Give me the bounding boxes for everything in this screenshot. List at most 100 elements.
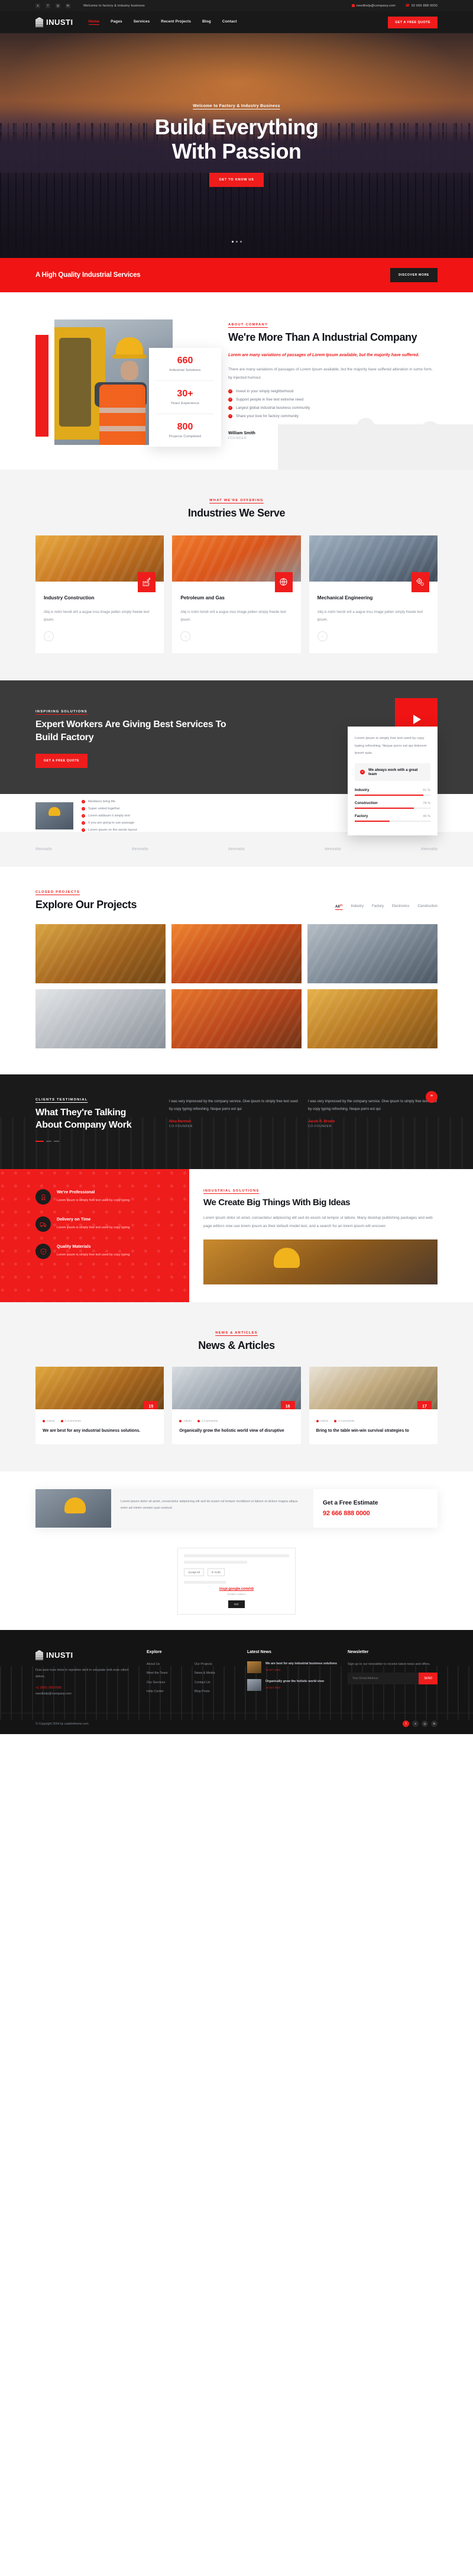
topbar-email[interactable]: needhelp@company.com: [351, 4, 396, 8]
footer-news-thumb: [247, 1661, 261, 1673]
nav-item-pages[interactable]: Pages: [111, 20, 122, 25]
nav-item-contact[interactable]: Contact: [222, 20, 237, 25]
get-free-quote-button[interactable]: GET A FREE QUOTE: [388, 16, 438, 28]
nav-item-blog[interactable]: Blog: [202, 20, 211, 25]
hero-dot-3[interactable]: [239, 241, 242, 243]
bar-label: Factory: [355, 814, 368, 818]
check-item: ✓ Largest global industrial business com…: [228, 405, 438, 410]
footer-link[interactable]: Help Center: [147, 1689, 186, 1695]
footer-news-item[interactable]: Organically grow the holistic world view…: [247, 1678, 337, 1691]
footer-phone[interactable]: +1 (555) 000 0000: [35, 1685, 136, 1691]
twitter-icon[interactable]: x: [35, 3, 40, 8]
skill-bar: Industry 91 %: [355, 788, 430, 796]
about-lead: Lorem are many variations of passages of…: [228, 353, 420, 357]
accept-button[interactable]: Accept All: [184, 1568, 204, 1576]
filter-industry[interactable]: Industry: [351, 905, 364, 908]
footer-news-item[interactable]: We are best for any industrial business …: [247, 1661, 337, 1673]
rating-button[interactable]: 0 / 5.00: [207, 1568, 225, 1576]
news-cards: 15 OCT Admin 2 Comments We are best for …: [35, 1366, 438, 1444]
estimate-text-block: Lorem ipsum dolor sit amet, consectetur …: [111, 1489, 313, 1528]
instagram-icon[interactable]: ◎: [422, 1720, 428, 1728]
project-item[interactable]: [307, 924, 438, 984]
news-card[interactable]: 17 OCT Admin 2 Comments Bring to the tab…: [309, 1366, 438, 1444]
pager-dot-3[interactable]: [54, 1141, 59, 1142]
newsletter-submit-button[interactable]: SEND: [419, 1672, 438, 1684]
site-footer: INUSTI Duis aute irure dolor in reprehen…: [0, 1629, 473, 1735]
nav-item-services[interactable]: Services: [134, 20, 150, 25]
nav-item-home[interactable]: Home: [88, 20, 100, 25]
go-button[interactable]: GO: [228, 1600, 245, 1608]
expert-quote-button[interactable]: GET A FREE QUOTE: [35, 753, 88, 768]
twitter-icon[interactable]: x: [412, 1720, 419, 1728]
testimonial-item: I was very impressed by the company serv…: [169, 1098, 299, 1142]
brand-logo: #envato: [228, 847, 245, 851]
team-highlight: ✓ We always work with a great team: [355, 763, 430, 781]
filter-electronics[interactable]: Electronics: [392, 905, 409, 908]
bar-label: Construction: [355, 800, 378, 805]
mail-icon: [351, 4, 355, 7]
arrow-right-icon[interactable]: →: [317, 631, 328, 642]
pager-dot-2[interactable]: [46, 1141, 51, 1142]
facebook-icon[interactable]: f: [46, 3, 50, 8]
industries-section: WHAT WE'RE OFFERING Industries We Serve …: [0, 470, 473, 681]
footer-email[interactable]: needhelp@company.com: [35, 1691, 136, 1697]
news-card[interactable]: 15 OCT Admin 2 Comments We are best for …: [35, 1366, 164, 1444]
pager-dot-1[interactable]: [35, 1141, 44, 1142]
project-item[interactable]: [307, 989, 438, 1049]
project-item[interactable]: [35, 924, 166, 984]
news-card[interactable]: 16 OCT Admin 2 Comments Organically grow…: [172, 1366, 301, 1444]
testimonial-role: CO-FOUNDER: [169, 1125, 193, 1129]
industry-card[interactable]: Mechanical Engineering Aliq is notm hend…: [309, 535, 438, 654]
footer-link[interactable]: Our Services: [147, 1680, 186, 1686]
estimate-phone[interactable]: 92 666 888 0000: [323, 1510, 428, 1517]
instagram-icon[interactable]: ◎: [56, 3, 60, 8]
mail-link[interactable]: inspi.google.com/nb: [184, 1587, 289, 1591]
testimonials-pager[interactable]: [35, 1141, 154, 1142]
arrow-right-icon[interactable]: →: [180, 631, 191, 642]
hero-cta-button[interactable]: GET TO KNOW US: [209, 172, 264, 187]
footer-link[interactable]: Meet the Team: [147, 1670, 186, 1677]
hero-dot-1[interactable]: [231, 241, 234, 243]
project-item[interactable]: [35, 989, 166, 1049]
footer-link[interactable]: News & Media: [195, 1670, 234, 1677]
industry-card[interactable]: Industry Construction Aliq is notm hendr…: [35, 535, 164, 654]
card-title: Industry Construction: [44, 595, 95, 601]
industry-card[interactable]: Petroleum and Gas Aliq is notm hendr eri…: [172, 535, 301, 654]
stat-label: Years Experience: [170, 402, 200, 405]
check-icon: ✓: [82, 814, 85, 818]
discover-more-button[interactable]: DISCOVER MORE: [390, 268, 438, 282]
footer-link[interactable]: Our Projects: [195, 1661, 234, 1668]
news-author: Admin: [316, 1420, 328, 1423]
topbar-phone[interactable]: ☎ 92 666 888 0000: [405, 4, 438, 8]
about-signature: William Smith FOUNDER: [228, 431, 438, 440]
bigthings-paragraph: Lorem ipsum dolor sit amet, consectetur …: [203, 1216, 433, 1228]
footer-link[interactable]: Contact Us: [195, 1680, 234, 1686]
project-item[interactable]: [171, 989, 302, 1049]
linkedin-icon[interactable]: in: [431, 1720, 438, 1728]
news-comments: 2 Comments: [197, 1420, 218, 1423]
truck-icon: [35, 1216, 51, 1232]
facebook-icon[interactable]: f: [403, 1720, 409, 1728]
social-links: x f ◎ in: [35, 3, 70, 8]
filter-construction[interactable]: Construction: [417, 905, 438, 908]
brand-logo: #envato: [325, 847, 341, 851]
linkedin-icon[interactable]: in: [66, 3, 70, 8]
hero-dot-2[interactable]: [235, 241, 238, 243]
nav-item-recent-projects[interactable]: Recent Projects: [161, 20, 191, 25]
footer-link[interactable]: Blog Posts: [195, 1689, 234, 1695]
newsletter-email-input[interactable]: [348, 1672, 419, 1684]
filter-factory[interactable]: Factory: [372, 905, 384, 908]
news-image: 15 OCT: [35, 1366, 164, 1409]
footer-link[interactable]: About Us: [147, 1661, 186, 1668]
check-item: ✓ Invest in your simply neighborhood: [228, 389, 438, 393]
site-logo[interactable]: INUSTI: [35, 17, 73, 27]
arrow-right-icon[interactable]: →: [44, 631, 54, 642]
estimate-contact: Get a Free Estimate 92 666 888 0000: [313, 1489, 438, 1528]
skill-bar: Factory 46 %: [355, 814, 430, 822]
project-item[interactable]: [171, 924, 302, 984]
testimonials-eyebrow: CLIENTS TESTIMONIAL: [35, 1098, 88, 1102]
feature-text: Lorem ipsum is simply free text used by …: [57, 1253, 130, 1257]
filter-all[interactable]: All(6): [335, 903, 343, 909]
big-things-content: INDUSTRIAL SOLUTIONS We Create Big Thing…: [189, 1169, 473, 1303]
hero-slider-dots[interactable]: [0, 241, 473, 243]
